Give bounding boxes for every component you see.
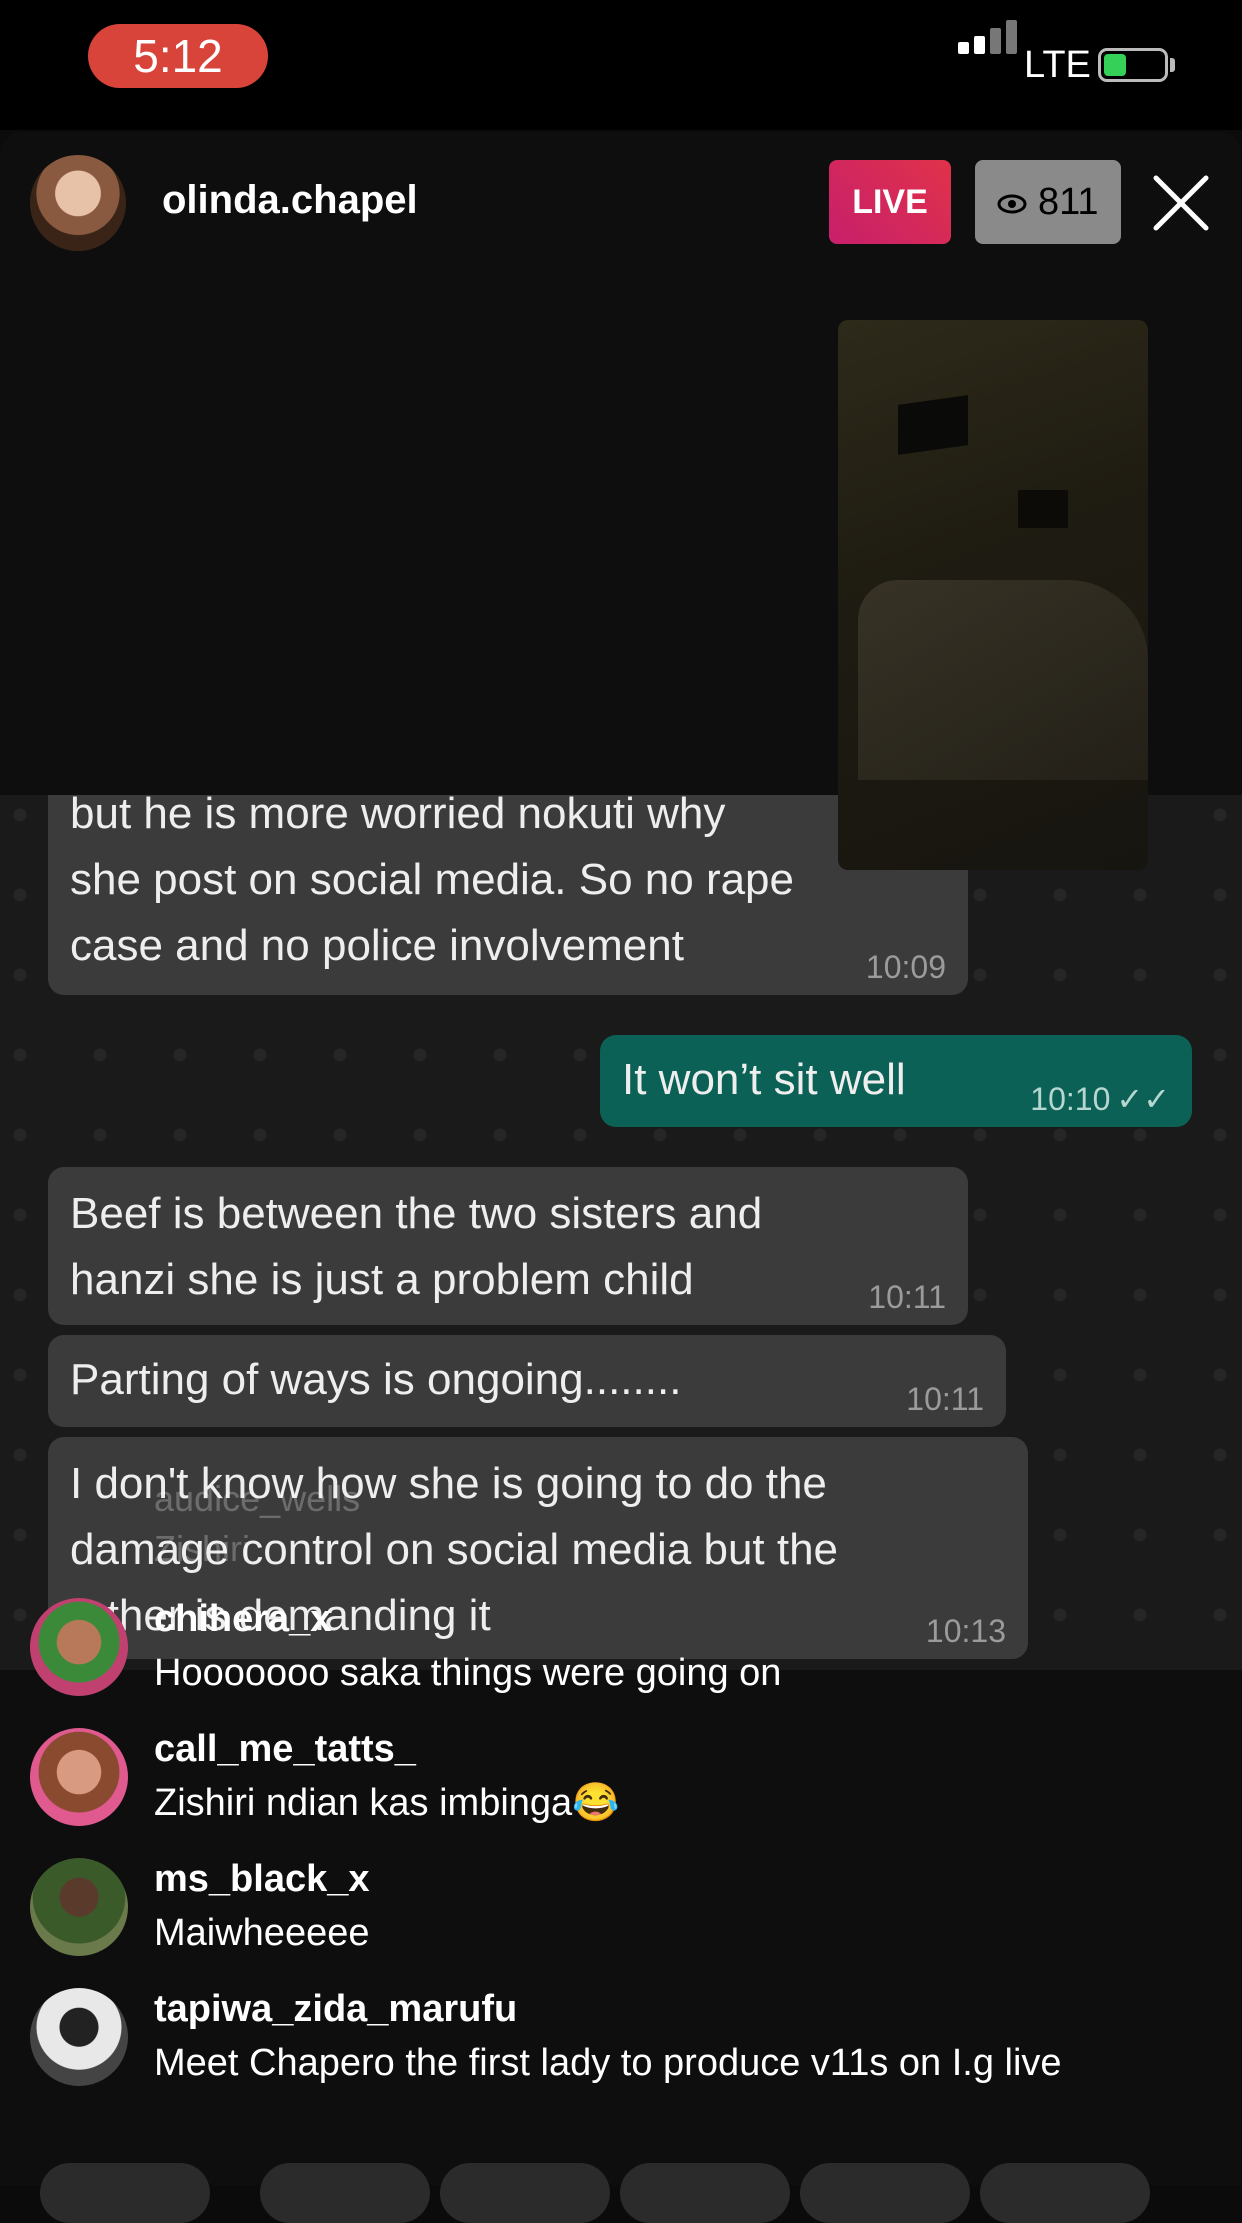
commenter-username[interactable]: chihera_x [154,1598,331,1641]
message-time: 10:13 [925,1613,1006,1649]
commenter-username[interactable]: call_me_tatts_ [154,1728,416,1771]
comment-text: Hooooooo saka things were going on [154,1652,782,1694]
chat-message: but he is more worried nokuti why she po… [48,795,968,995]
commenter-username[interactable]: ms_black_x [154,1858,370,1901]
comment-text: Zishiri ndian kas imbinga😂 [154,1782,620,1824]
guest-video-pip[interactable] [838,320,1148,870]
commenter-avatar[interactable] [30,1988,128,2086]
battery-icon [1098,48,1168,82]
bed-shape [858,580,1148,780]
tv-shape [898,395,968,455]
chat-message-outgoing: It won’t sit well 10:10 ✓✓ [600,1035,1192,1127]
network-label: LTE [1024,44,1091,86]
chat-message: Parting of ways is ongoing........ 10:11 [48,1335,1006,1427]
chat-line: but he is more worried nokuti why [70,795,726,838]
viewer-count-badge[interactable]: 811 [975,160,1121,244]
message-time: 10:09 [865,949,946,985]
commenter-avatar[interactable] [30,1858,128,1956]
comment-text: Meet Chapero the first lady to produce v… [154,2042,1062,2084]
chat-line: Beef is between the two sisters and [70,1189,763,1238]
bottom-control[interactable] [440,2163,610,2223]
battery-cap [1170,58,1175,72]
chat-line: hanzi she is just a problem child [70,1255,694,1304]
bottom-control[interactable] [980,2163,1150,2223]
bottom-control[interactable] [800,2163,970,2223]
live-badge: LIVE [829,160,951,244]
host-avatar[interactable] [30,155,126,251]
eye-icon [997,181,1038,223]
host-username[interactable]: olinda.chapel [162,178,418,223]
ghost-comment-user: audice_wells [154,1478,361,1519]
message-time-text: 10:10 [1030,1081,1111,1117]
chat-line: she post on social media. So no rape [70,855,795,904]
commenter-avatar[interactable] [30,1598,128,1696]
status-time[interactable]: 5:12 [88,24,268,88]
ghost-comment-user: Zishiri [154,1528,250,1569]
chat-line: case and no police involvement [70,921,684,970]
viewer-count: 811 [1037,181,1099,223]
read-ticks-icon: ✓✓ [1116,1081,1170,1117]
commenter-username[interactable]: tapiwa_zida_marufu [154,1988,517,2031]
message-time: 10:11 [868,1279,946,1315]
close-icon[interactable] [1146,168,1216,238]
bottom-control[interactable] [620,2163,790,2223]
chat-line: Parting of ways is ongoing........ [70,1355,682,1404]
tv-shape [1018,490,1068,528]
message-time: 10:10 ✓✓ [1030,1083,1170,1115]
bottom-control[interactable] [260,2163,430,2223]
chat-line: It won’t sit well [622,1055,906,1104]
bottom-control[interactable] [40,2163,210,2223]
comment-text: Maiwheeeee [154,1912,370,1954]
message-time: 10:11 [906,1381,984,1417]
chat-message: Beef is between the two sisters and hanz… [48,1167,968,1325]
status-bar: 5:12 LTE [0,0,1242,130]
commenter-avatar[interactable] [30,1728,128,1826]
